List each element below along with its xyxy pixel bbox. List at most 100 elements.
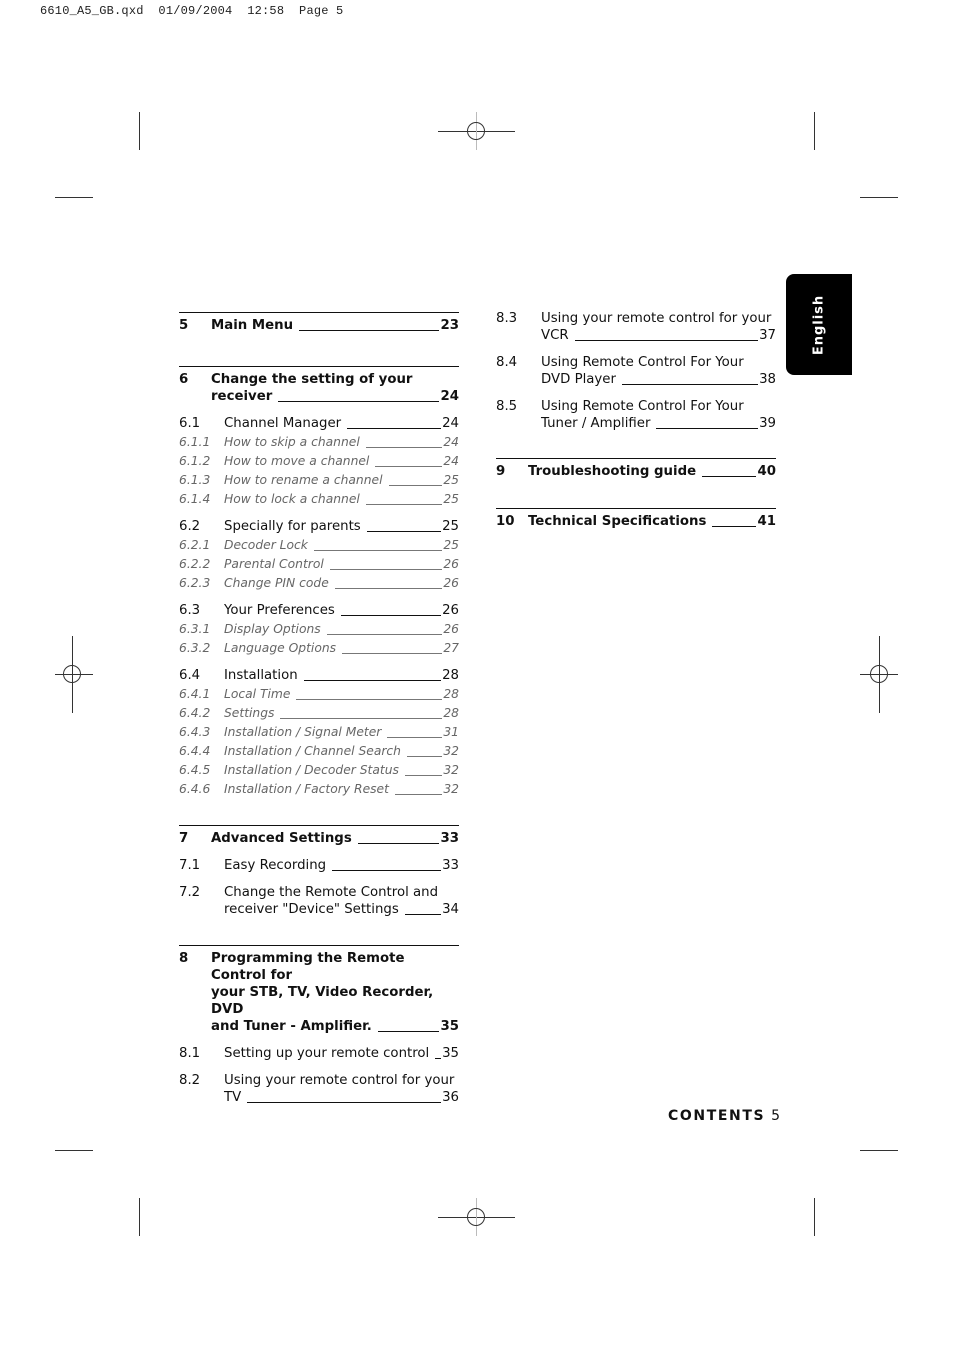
entry-number: 8.3 xyxy=(496,311,518,326)
entry-title: Installation / Factory Reset xyxy=(224,782,389,796)
toc-entry-7-1[interactable]: 7.1 Easy Recording 33 xyxy=(179,857,459,874)
leader-line xyxy=(366,531,442,532)
entry-number: 6 xyxy=(179,372,189,387)
toc-entry-8-3[interactable]: 8.3 Using your remote control for your V… xyxy=(496,310,776,344)
entry-title: Local Time xyxy=(224,687,291,701)
entry-page: 25 xyxy=(443,473,459,487)
toc-subentry[interactable]: 6.3.2 Language Options 27 xyxy=(179,640,459,657)
entry-title: TV xyxy=(224,1090,242,1105)
entry-page: 24 xyxy=(443,454,459,468)
entry-title: Change the setting of your xyxy=(211,372,413,387)
toc-subentry[interactable]: 6.2.1 Decoder Lock 25 xyxy=(179,537,459,554)
toc-left-column: 5 Main Menu 23 6 Change the setting of y… xyxy=(179,312,459,1106)
leader-line xyxy=(326,634,443,635)
leader-line xyxy=(329,569,443,570)
toc-subentry[interactable]: 6.4.1 Local Time 28 xyxy=(179,686,459,703)
leader-line xyxy=(388,485,443,486)
entry-page: 32 xyxy=(443,782,459,796)
entry-title: Using Remote Control For Your xyxy=(541,399,744,414)
entry-title: Change PIN code xyxy=(224,576,329,590)
entry-number: 6.3.2 xyxy=(179,641,211,655)
leader-line xyxy=(656,428,759,429)
toc-entry-6-2[interactable]: 6.2 Specially for parents 25 xyxy=(179,518,459,535)
entry-page: 26 xyxy=(443,622,459,636)
toc-entry-7-2[interactable]: 7.2 Change the Remote Control and receiv… xyxy=(179,884,459,918)
subentries-6-4: 6.4.1 Local Time 28 6.4.2 Settings 28 6.4.3 I… xyxy=(179,686,459,798)
entry-title: Main Menu xyxy=(211,318,294,333)
toc-subentry[interactable]: 6.4.4 Installation / Channel Search 32 xyxy=(179,743,459,760)
toc-entry-8-4[interactable]: 8.4 Using Remote Control For Your DVD Pl… xyxy=(496,354,776,388)
toc-entry-10[interactable]: 10 Technical Specifications 41 xyxy=(496,513,776,530)
footer-section-label: CONTENTS xyxy=(668,1108,766,1124)
toc-subentry[interactable]: 6.4.3 Installation / Signal Meter 31 xyxy=(179,724,459,741)
entry-page: 26 xyxy=(443,576,459,590)
entry-title: your STB, TV, Video Recorder, DVD xyxy=(211,985,434,1017)
entry-title: How to skip a channel xyxy=(224,435,360,449)
entry-title: Technical Specifications xyxy=(528,514,707,529)
leader-line xyxy=(404,914,442,915)
entry-page: 25 xyxy=(443,538,459,552)
entry-title: Troubleshooting guide xyxy=(528,464,697,479)
toc-subentry[interactable]: 6.3.1 Display Options 26 xyxy=(179,621,459,638)
entry-number: 5 xyxy=(179,318,189,333)
leader-line xyxy=(299,330,440,331)
entry-page: 24 xyxy=(443,435,459,449)
entry-number: 6.2.2 xyxy=(179,557,211,571)
entry-number: 6.4.6 xyxy=(179,782,211,796)
entry-title: VCR xyxy=(541,328,569,343)
entry-title: How to move a channel xyxy=(224,454,370,468)
toc-entry-6-3[interactable]: 6.3 Your Preferences 26 xyxy=(179,602,459,619)
entry-number: 8.4 xyxy=(496,355,518,370)
toc-entry-8-2[interactable]: 8.2 Using your remote control for your T… xyxy=(179,1072,459,1106)
toc-entry-5[interactable]: 5 Main Menu 23 xyxy=(179,317,459,334)
toc-subentry[interactable]: 6.1.2 How to move a channel 24 xyxy=(179,453,459,470)
entry-title: Using Remote Control For Your xyxy=(541,355,744,370)
toc-subentry[interactable]: 6.1.1 How to skip a channel 24 xyxy=(179,434,459,451)
entry-number: 7.2 xyxy=(179,885,201,900)
toc-subentry[interactable]: 6.4.2 Settings 28 xyxy=(179,705,459,722)
entry-title: Using your remote control for your xyxy=(541,311,772,326)
toc-entry-6-1[interactable]: 6.1 Channel Manager 24 xyxy=(179,415,459,432)
toc-entry-8-1[interactable]: 8.1 Setting up your remote control 35 xyxy=(179,1045,459,1062)
toc-subentry[interactable]: 6.2.2 Parental Control 26 xyxy=(179,556,459,573)
section-rule xyxy=(179,825,459,826)
entry-page: 35 xyxy=(442,1046,459,1061)
leader-line xyxy=(296,699,443,700)
toc-subentry[interactable]: 6.4.5 Installation / Decoder Status 32 xyxy=(179,762,459,779)
entry-number: 6.2.3 xyxy=(179,576,211,590)
entry-number: 6.1.4 xyxy=(179,492,211,506)
entry-page: 37 xyxy=(759,328,776,343)
toc-subentry[interactable]: 6.1.3 How to rename a channel 25 xyxy=(179,472,459,489)
leader-line xyxy=(621,384,759,385)
entry-number: 6.4.4 xyxy=(179,744,211,758)
toc-entry-7[interactable]: 7 Advanced Settings 33 xyxy=(179,830,459,847)
entry-page: 40 xyxy=(757,464,776,479)
entry-page: 39 xyxy=(759,416,776,431)
toc-entry-6[interactable]: 6 Change the setting of your receiver 24 xyxy=(179,371,459,405)
entry-number: 7.1 xyxy=(179,858,201,873)
leader-line xyxy=(377,1031,440,1032)
entry-title: Installation / Decoder Status xyxy=(224,763,399,777)
entry-page: 35 xyxy=(440,1019,459,1034)
toc-entry-6-4[interactable]: 6.4 Installation 28 xyxy=(179,667,459,684)
entry-number: 6.4.3 xyxy=(179,725,211,739)
entry-title: Installation / Channel Search xyxy=(224,744,401,758)
entry-title: Easy Recording xyxy=(224,858,327,873)
toc-entry-9[interactable]: 9 Troubleshooting guide 40 xyxy=(496,463,776,480)
toc-entry-8[interactable]: 8 Programming the Remote Control for you… xyxy=(179,950,459,1035)
entry-title: Change the Remote Control and xyxy=(224,885,439,900)
entry-page: 32 xyxy=(443,744,459,758)
entry-page: 27 xyxy=(443,641,459,655)
toc-subentry[interactable]: 6.1.4 How to lock a channel 25 xyxy=(179,491,459,508)
leader-line xyxy=(280,718,443,719)
page-footer: CONTENTS 5 xyxy=(668,1108,780,1124)
entry-number: 6.2 xyxy=(179,519,201,534)
toc-subentry[interactable]: 6.2.3 Change PIN code 26 xyxy=(179,575,459,592)
entry-number: 8.1 xyxy=(179,1046,201,1061)
toc-entry-8-5[interactable]: 8.5 Using Remote Control For Your Tuner … xyxy=(496,398,776,432)
subentries-6-1: 6.1.1 How to skip a channel 24 6.1.2 How to… xyxy=(179,434,459,508)
toc-subentry[interactable]: 6.4.6 Installation / Factory Reset 32 xyxy=(179,781,459,798)
leader-line xyxy=(303,680,442,681)
entry-title: How to rename a channel xyxy=(224,473,383,487)
entry-number: 9 xyxy=(496,464,506,479)
